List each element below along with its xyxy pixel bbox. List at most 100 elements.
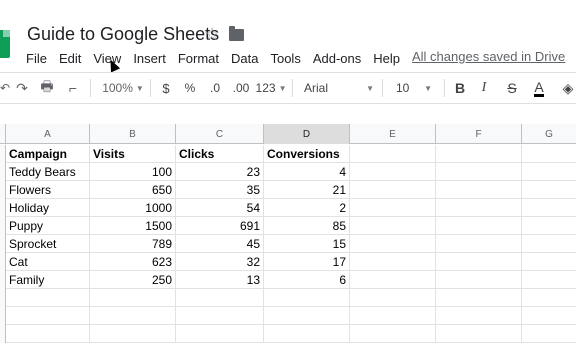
- empty-cell[interactable]: [264, 289, 350, 307]
- italic-button[interactable]: I: [474, 73, 494, 103]
- empty-cell[interactable]: [350, 253, 436, 271]
- empty-cell[interactable]: [436, 253, 522, 271]
- empty-cell[interactable]: [176, 307, 264, 325]
- empty-cell[interactable]: [350, 235, 436, 253]
- empty-cell[interactable]: [264, 307, 350, 325]
- fill-color-icon[interactable]: ◈: [560, 73, 576, 103]
- column-header-a[interactable]: A: [6, 124, 90, 144]
- empty-cell[interactable]: [522, 271, 576, 289]
- currency-format-button[interactable]: $: [156, 73, 176, 103]
- empty-cell[interactable]: [350, 307, 436, 325]
- empty-cell[interactable]: [350, 271, 436, 289]
- cell-campaign[interactable]: Holiday: [6, 199, 90, 217]
- empty-cell[interactable]: [436, 289, 522, 307]
- empty-cell[interactable]: [176, 289, 264, 307]
- menu-insert[interactable]: Insert: [127, 51, 172, 66]
- cell-clicks[interactable]: 13: [176, 271, 264, 289]
- star-icon[interactable]: ☆: [204, 24, 220, 45]
- cell-conversions[interactable]: 2: [264, 199, 350, 217]
- empty-cell[interactable]: [90, 325, 176, 343]
- empty-cell[interactable]: [436, 307, 522, 325]
- empty-cell[interactable]: [522, 325, 576, 343]
- empty-cell[interactable]: [90, 289, 176, 307]
- document-title[interactable]: Guide to Google Sheets: [27, 24, 219, 45]
- column-header-c[interactable]: C: [176, 124, 264, 144]
- cell-visits[interactable]: 650: [90, 181, 176, 199]
- decrease-decimals-button[interactable]: .0: [204, 73, 226, 103]
- cell-clicks[interactable]: 35: [176, 181, 264, 199]
- empty-cell[interactable]: [522, 145, 576, 163]
- cell-clicks[interactable]: 32: [176, 253, 264, 271]
- menu-tools[interactable]: Tools: [264, 51, 306, 66]
- empty-cell[interactable]: [90, 307, 176, 325]
- percent-format-button[interactable]: %: [180, 73, 200, 103]
- menu-format[interactable]: Format: [172, 51, 225, 66]
- cell-conversions[interactable]: 85: [264, 217, 350, 235]
- column-header-b[interactable]: B: [90, 124, 176, 144]
- empty-cell[interactable]: [522, 253, 576, 271]
- cell-campaign[interactable]: Puppy: [6, 217, 90, 235]
- empty-cell[interactable]: [436, 145, 522, 163]
- menu-data[interactable]: Data: [225, 51, 264, 66]
- empty-cell[interactable]: [6, 307, 90, 325]
- menu-file[interactable]: File: [20, 51, 53, 66]
- empty-cell[interactable]: [436, 199, 522, 217]
- cell-visits[interactable]: 100: [90, 163, 176, 181]
- empty-cell[interactable]: [350, 163, 436, 181]
- bold-button[interactable]: B: [450, 73, 470, 103]
- redo-icon[interactable]: ↷: [12, 73, 32, 103]
- empty-cell[interactable]: [350, 289, 436, 307]
- strikethrough-button[interactable]: S: [502, 73, 522, 103]
- text-color-button[interactable]: A: [528, 73, 550, 103]
- empty-cell[interactable]: [436, 235, 522, 253]
- empty-cell[interactable]: [436, 325, 522, 343]
- empty-cell[interactable]: [350, 145, 436, 163]
- undo-icon[interactable]: ↶: [0, 73, 10, 103]
- column-header-e[interactable]: E: [350, 124, 436, 144]
- more-formats-button[interactable]: 123 ▼: [256, 73, 287, 103]
- cell-clicks[interactable]: 54: [176, 199, 264, 217]
- empty-cell[interactable]: [350, 217, 436, 235]
- menu-help[interactable]: Help: [367, 51, 406, 66]
- empty-cell[interactable]: [436, 217, 522, 235]
- empty-cell[interactable]: [436, 181, 522, 199]
- cell-campaign[interactable]: Family: [6, 271, 90, 289]
- cell-clicks[interactable]: 691: [176, 217, 264, 235]
- zoom-select[interactable]: 100% ▼: [98, 73, 148, 103]
- cell-clicks[interactable]: 45: [176, 235, 264, 253]
- print-icon[interactable]: 🖶: [36, 73, 58, 103]
- column-header-d[interactable]: D: [264, 124, 350, 144]
- empty-cell[interactable]: [350, 325, 436, 343]
- menu-edit[interactable]: Edit: [53, 51, 87, 66]
- empty-cell[interactable]: [436, 271, 522, 289]
- cell-conversions[interactable]: 21: [264, 181, 350, 199]
- empty-cell[interactable]: [176, 325, 264, 343]
- paint-format-icon[interactable]: ⌐: [62, 73, 84, 103]
- cell-conversions[interactable]: 6: [264, 271, 350, 289]
- cell-visits[interactable]: 789: [90, 235, 176, 253]
- header-cell-clicks[interactable]: Clicks: [176, 145, 264, 163]
- empty-cell[interactable]: [350, 181, 436, 199]
- cell-visits[interactable]: 1000: [90, 199, 176, 217]
- header-cell-campaign[interactable]: Campaign: [6, 145, 90, 163]
- empty-cell[interactable]: [350, 199, 436, 217]
- cell-visits[interactable]: 623: [90, 253, 176, 271]
- folder-icon[interactable]: [229, 26, 244, 41]
- empty-cell[interactable]: [264, 325, 350, 343]
- empty-cell[interactable]: [522, 235, 576, 253]
- cell-conversions[interactable]: 17: [264, 253, 350, 271]
- cell-clicks[interactable]: 23: [176, 163, 264, 181]
- column-header-g[interactable]: G: [522, 124, 576, 144]
- empty-cell[interactable]: [6, 325, 90, 343]
- column-header-f[interactable]: F: [436, 124, 522, 144]
- save-status-link[interactable]: All changes saved in Drive: [412, 49, 565, 64]
- empty-cell[interactable]: [522, 217, 576, 235]
- cell-visits[interactable]: 1500: [90, 217, 176, 235]
- cell-campaign[interactable]: Teddy Bears: [6, 163, 90, 181]
- cell-campaign[interactable]: Cat: [6, 253, 90, 271]
- empty-cell[interactable]: [522, 181, 576, 199]
- font-size-select[interactable]: 10 ▼: [388, 73, 440, 103]
- cell-conversions[interactable]: 4: [264, 163, 350, 181]
- empty-cell[interactable]: [522, 163, 576, 181]
- cell-visits[interactable]: 250: [90, 271, 176, 289]
